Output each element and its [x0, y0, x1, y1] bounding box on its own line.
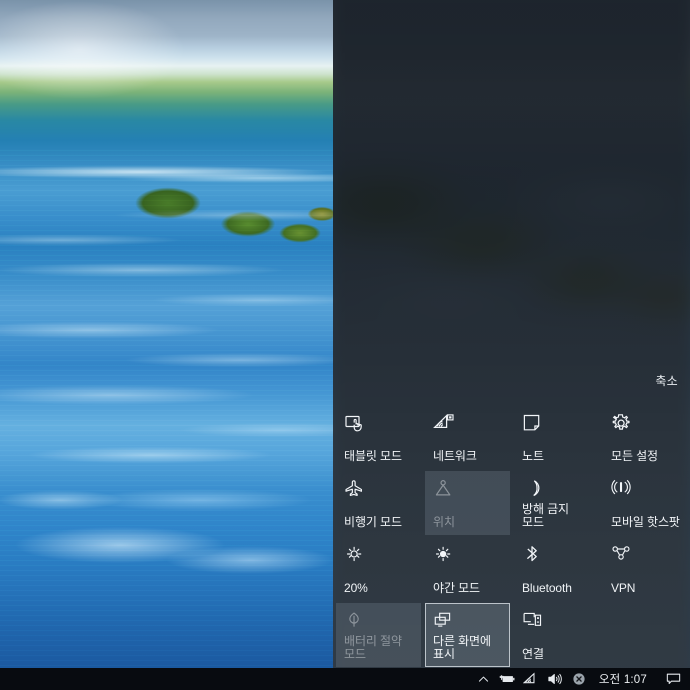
quick-action-tile-location[interactable]: 위치 — [425, 471, 510, 535]
action-center-panel: 축소 태블릿 모드 네트워크 노트 모든 설정 비행기 모드 위치 방해 금지 … — [333, 0, 690, 668]
night-light-icon — [433, 545, 455, 567]
wallpaper-sun-glow — [0, 0, 260, 120]
tile-label: VPN — [611, 582, 636, 595]
project-icon — [433, 611, 455, 633]
tablet-mode-icon — [344, 413, 366, 435]
tile-label: 모든 설정 — [611, 450, 658, 463]
system-tray: 오전 1:07 — [475, 668, 690, 690]
quick-action-tile-night-light[interactable]: 야간 모드 — [425, 537, 510, 601]
vpn-icon — [611, 545, 633, 567]
quick-action-tile-grid: 태블릿 모드 네트워크 노트 모든 설정 비행기 모드 위치 방해 금지 모드 … — [336, 405, 690, 667]
collapse-label: 축소 — [655, 374, 678, 388]
settings-gear-icon — [611, 413, 633, 435]
tile-label: 노트 — [522, 450, 544, 463]
action-center-button-icon[interactable] — [660, 668, 686, 690]
quick-action-tile-all-settings[interactable]: 모든 설정 — [603, 405, 688, 469]
tile-label: Bluetooth — [522, 582, 572, 595]
quick-action-tile-network[interactable]: 네트워크 — [425, 405, 510, 469]
connect-icon — [522, 611, 544, 633]
location-icon — [433, 479, 455, 501]
collapse-button[interactable]: 축소 — [655, 372, 678, 389]
network-wifi-icon[interactable] — [523, 671, 540, 688]
tile-label: 배터리 절약 모드 — [344, 635, 402, 661]
tile-label: 연결 — [522, 648, 544, 661]
quick-action-tile-quiet-hours[interactable]: 방해 금지 모드 — [514, 471, 599, 535]
quick-action-tile-connect[interactable]: 연결 — [514, 603, 599, 667]
tile-label: 네트워크 — [433, 450, 477, 463]
battery-saver-icon — [344, 611, 366, 633]
bluetooth-icon — [522, 545, 544, 567]
quick-action-tile-brightness[interactable]: 20% — [336, 537, 421, 601]
airplane-icon — [344, 479, 366, 501]
quick-action-tile-note[interactable]: 노트 — [514, 405, 599, 469]
tile-label: 태블릿 모드 — [344, 450, 402, 463]
tile-label: 모바일 핫스팟 — [611, 516, 680, 529]
quick-action-tile-battery-saver[interactable]: 배터리 절약 모드 — [336, 603, 421, 667]
brightness-icon — [344, 545, 366, 567]
hotspot-icon — [611, 479, 633, 501]
note-icon — [522, 413, 544, 435]
volume-icon[interactable] — [547, 671, 564, 688]
quick-action-tile-vpn[interactable]: VPN — [603, 537, 688, 601]
network-wifi-icon — [433, 413, 455, 435]
quick-action-tile-mobile-hotspot[interactable]: 모바일 핫스팟 — [603, 471, 688, 535]
clock[interactable]: 오전 1:07 — [595, 671, 653, 687]
error-status-icon[interactable] — [571, 671, 588, 688]
tile-label: 비행기 모드 — [344, 516, 402, 529]
tile-label: 방해 금지 모드 — [522, 503, 569, 529]
quick-action-tile-airplane-mode[interactable]: 비행기 모드 — [336, 471, 421, 535]
battery-charging-icon[interactable] — [499, 671, 516, 688]
quick-action-tile-tablet-mode[interactable]: 태블릿 모드 — [336, 405, 421, 469]
tile-label: 위치 — [433, 516, 455, 529]
show-hidden-icons-chevron-icon[interactable] — [475, 671, 492, 688]
screen: 축소 태블릿 모드 네트워크 노트 모든 설정 비행기 모드 위치 방해 금지 … — [0, 0, 690, 690]
tile-label: 20% — [344, 582, 368, 595]
tile-label: 다른 화면에 표시 — [433, 635, 491, 661]
quick-action-tile-project[interactable]: 다른 화면에 표시 — [425, 603, 510, 667]
quick-action-tile-bluetooth[interactable]: Bluetooth — [514, 537, 599, 601]
taskbar: 오전 1:07 — [0, 668, 690, 690]
tile-label: 야간 모드 — [433, 582, 480, 595]
moon-icon — [522, 479, 544, 501]
